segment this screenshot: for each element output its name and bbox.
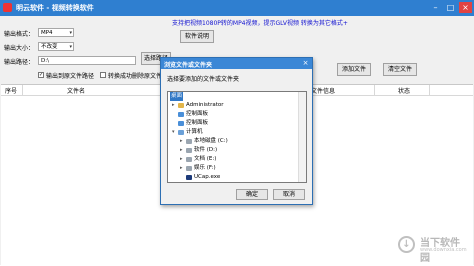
tree-item-drive-c[interactable]: ▸ 本地磁盘 (C:) [168,137,306,146]
notice-text: 支持把视频1080P转的MP4视频，提示GLV视频 转换为其它格式+ [172,20,348,27]
tree-item-drive-f[interactable]: ▸ 娱乐 (F:) [168,164,306,173]
drive-icon [186,166,192,171]
tree-item-desktop[interactable]: 桌面 [168,92,306,101]
help-button[interactable]: 软件说明 [180,30,214,43]
maximize-button[interactable]: □ [444,2,457,13]
ok-button[interactable]: 确定 [236,189,268,200]
watermark: ↓ 当下软件园 www.downxia.com [398,232,468,264]
control-panel-icon [178,112,184,117]
tree-item-control-panel[interactable]: 控制面板 [168,110,306,119]
download-logo-icon: ↓ [398,236,415,253]
format-select[interactable]: MP4 ▾ [38,28,74,37]
cancel-button[interactable]: 取消 [273,189,305,200]
delete-original-checkbox[interactable] [100,72,106,78]
col-name-header: 文件名 [67,88,86,95]
close-button[interactable]: × [459,2,472,13]
minimize-button[interactable]: – [429,2,442,13]
exe-file-icon [186,175,192,180]
title-bar: 明云软件 - 视频转换软件 – □ × [0,0,474,16]
size-select[interactable]: 不改变 ▾ [38,42,74,51]
tree-item-drive-e[interactable]: ▸ 文档 (E:) [168,155,306,164]
format-label: 输出格式： [4,31,35,38]
divider [374,85,375,95]
chevron-down-icon: ▾ [69,44,72,50]
path-value: D:\ [41,58,49,64]
drive-icon [186,139,192,144]
user-folder-icon [178,103,184,108]
window-title: 明云软件 - 视频转换软件 [16,4,94,12]
format-value: MP4 [41,30,53,36]
chevron-right-icon[interactable]: ▸ [172,101,175,110]
tree-item-drive-d[interactable]: ▸ 软件 (D:) [168,146,306,155]
clear-files-button[interactable]: 清空文件 [383,63,417,76]
dialog-title: 浏览文件或文件夹 [164,62,213,69]
chevron-right-icon[interactable]: ▸ [180,164,183,173]
delete-original-label: 转换成功删除原文件 [108,73,163,80]
drive-icon [186,157,192,162]
tree-item-control-panel-2[interactable]: 控制面板 [168,119,306,128]
dialog-prompt: 选择要添加的文件或文件夹 [167,76,240,83]
chevron-down-icon[interactable]: ▾ [172,128,175,137]
path-input[interactable]: D:\ [38,56,136,65]
size-value: 不改变 [41,44,58,50]
col-status-header: 状态 [398,88,411,95]
chevron-right-icon[interactable]: ▸ [180,155,183,164]
watermark-url: www.downxia.com [420,247,467,253]
divider [429,85,430,95]
app-logo-icon [3,3,12,12]
col-info-header: 文件信息 [311,88,336,95]
tree-item-administrator[interactable]: ▸ Administrator [168,101,306,110]
drive-icon [186,148,192,153]
chevron-right-icon[interactable]: ▸ [180,137,183,146]
col-index-header: 序号 [5,88,18,95]
tree-item-computer[interactable]: ▾ 计算机 [168,128,306,137]
add-file-button[interactable]: 添加文件 [337,63,371,76]
output-to-source-label: 输出到原文件路径 [46,73,95,80]
output-to-source-checkbox[interactable]: ✓ [38,72,44,78]
tree-item-ucap[interactable]: UCap.exe [168,173,306,182]
chevron-right-icon[interactable]: ▸ [180,146,183,155]
tree-scrollbar[interactable] [298,92,306,182]
divider [22,85,23,95]
chevron-down-icon: ▾ [69,30,72,36]
control-panel-icon [178,121,184,126]
computer-icon [178,130,184,135]
dialog-title-bar: 浏览文件或文件夹 × [161,58,312,69]
browse-dialog: 浏览文件或文件夹 × 选择要添加的文件或文件夹 桌面 ▸ Administrat… [160,57,313,205]
folder-tree[interactable]: 桌面 ▸ Administrator 控制面板 控制面板 ▾ 计算机 ▸ 本地磁… [167,91,307,183]
dialog-close-button[interactable]: × [301,59,310,68]
size-label: 输出大小： [4,45,35,52]
path-label: 输出路径： [4,59,35,66]
